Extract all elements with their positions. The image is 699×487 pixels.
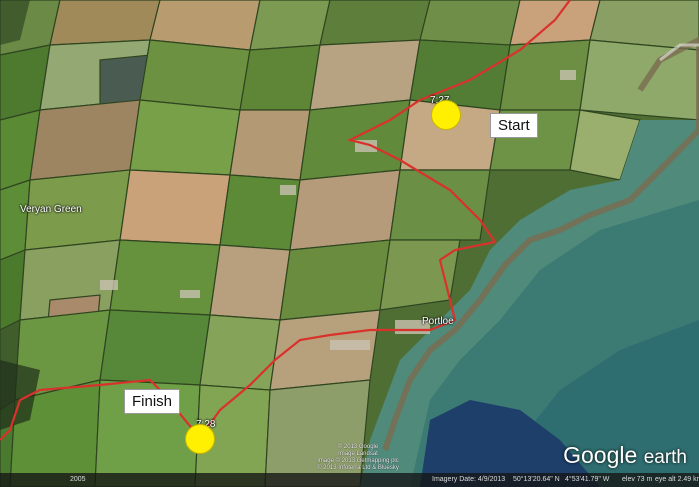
latitude-readout: 50°13'20.64" N xyxy=(513,476,560,483)
copyright-line: Image Landsat xyxy=(338,451,378,457)
place-label-portloe: Portloe xyxy=(422,316,454,327)
eye-altitude-readout: eye alt 2.49 km xyxy=(655,476,699,483)
elevation-readout: elev 73 m xyxy=(622,476,653,483)
satellite-map[interactable]: Veryan Green Portloe 7:27 Start 7:28 Fin… xyxy=(0,0,699,487)
logo-google: Google xyxy=(563,442,638,468)
imagery-copyright: © 2013 Google Image Landsat Image © 2013… xyxy=(298,444,418,472)
place-label-veryan-green: Veryan Green xyxy=(20,204,82,215)
google-earth-logo: Google earth xyxy=(563,442,687,469)
copyright-line: Image © 2013 Getmapping plc xyxy=(317,458,399,464)
start-marker[interactable] xyxy=(431,100,461,130)
start-label: Start xyxy=(490,113,538,138)
status-bar: 2005 Imagery Date: 4/9/2013 50°13'20.64"… xyxy=(0,473,699,487)
finish-label: Finish xyxy=(124,389,181,414)
finish-marker[interactable] xyxy=(185,424,215,454)
longitude-readout: 4°53'41.79" W xyxy=(565,476,610,483)
copyright-line: © 2013 Infoterra Ltd & Bluesky xyxy=(317,465,399,471)
scale-label: 2005 xyxy=(70,476,86,483)
logo-earth: earth xyxy=(643,447,687,468)
imagery-date: Imagery Date: 4/9/2013 xyxy=(432,476,506,483)
terrain-imagery xyxy=(0,0,699,487)
copyright-line: © 2013 Google xyxy=(337,444,379,450)
